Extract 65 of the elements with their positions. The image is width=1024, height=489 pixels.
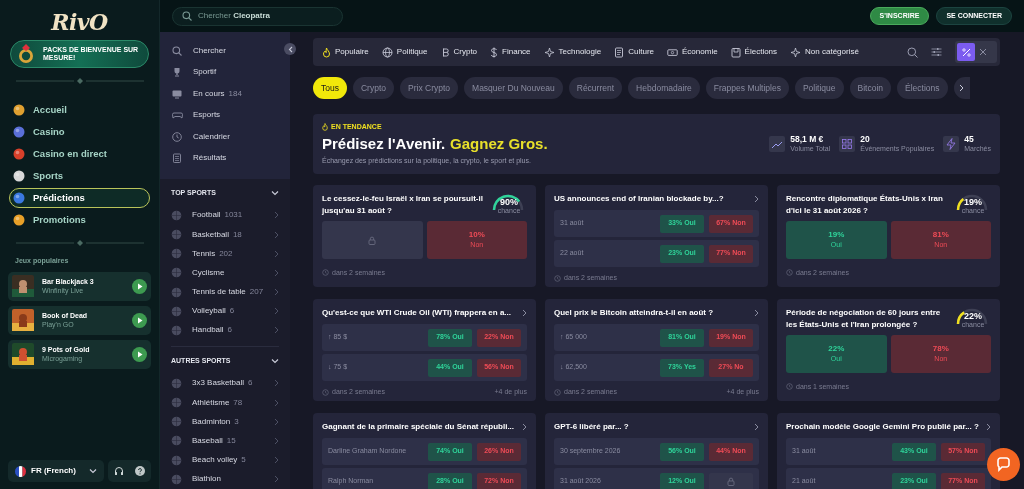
market-title: Prochain modèle Google Gemini Pro publié par... ? [786,421,980,433]
sport-item[interactable]: Handball 6 [160,320,290,341]
nav-item[interactable]: Accueil [9,100,150,120]
category-tab[interactable]: Politique [381,46,428,58]
language-label: FR (French) [31,465,77,477]
filter-chip[interactable]: Récurrent [568,77,623,99]
filter-chip[interactable]: Élections [897,77,948,99]
category-tab[interactable]: Économie [667,46,718,58]
menu-item[interactable]: Chercher [160,40,276,62]
market-title: GPT-6 libéré par... ? [554,421,630,433]
filter-chip[interactable]: Politique [794,77,844,99]
market-title: US announces end of Iranian blockade by...? [554,193,725,205]
search-field[interactable]: Chercher Cleopatra [172,6,343,26]
sport-item[interactable]: Biathlon [160,469,290,489]
category-tab[interactable]: Finance [490,46,531,58]
sport-item[interactable]: Baseball 15 [160,431,290,451]
market-title: Période de négociation de 60 jours entre les États-Unis et l'Iran prolongée ? [786,307,942,331]
category-tab[interactable]: Culture [614,46,655,58]
category-tab[interactable]: Technologie [543,46,602,58]
filter-chip[interactable]: Masquer Du Nouveau [464,77,563,99]
filter-chip[interactable]: Crypto [352,77,394,99]
filter-chip[interactable]: Tous [313,77,347,99]
sport-item[interactable]: Tennis 202 [160,244,290,264]
chance-value: 90% [500,198,518,207]
sport-item[interactable]: Tennis de table 207 [160,282,290,302]
logo[interactable]: RivO [51,11,108,33]
sport-item[interactable]: Volleyball 6 [160,301,290,321]
sport-item[interactable]: Basketball 18 [160,225,290,245]
stat-value: 45 [964,135,975,144]
nav-item[interactable]: Casino en direct [9,144,150,164]
filter-chip[interactable]: Hebdomadaire [628,77,700,99]
language-select[interactable]: FR (French) [8,460,104,482]
filter-chip[interactable]: Prix Crypto [400,77,459,99]
hero-highlight: Gagnez Gros. [450,133,548,154]
menu-item[interactable]: En cours 184 [160,83,276,105]
chance-value: 19% [964,198,982,207]
filter-chip[interactable]: Frappes Multiples [705,77,789,99]
market-title: Le cessez-le-feu Israël x Iran se poursuit-il jusqu'au 31 août ? [322,193,484,217]
sport-item[interactable]: Football 1031 [160,205,290,225]
market-title: Gagnant de la primaire spéciale du Sénat républi... [322,421,516,433]
sport-item[interactable]: Athlétisme 78 [160,393,290,413]
sport-item[interactable]: 3x3 Basketball 6 [160,373,290,394]
category-tab[interactable]: Populaire [322,46,369,58]
market-title: Rencontre diplomatique États-Unis x Iran d'ici le 31 août 2026 ? [786,193,944,217]
category-tab[interactable]: Non catégorisé [790,46,859,58]
menu-item[interactable]: Sportif [160,61,276,83]
nav-item[interactable]: Casino [9,122,150,142]
menu-item[interactable]: Résultats [160,147,276,169]
market-title: Quel prix le Bitcoin atteindra-t-il en août ? [554,307,715,319]
menu-item[interactable]: Calendrier [160,126,276,148]
filter-chip[interactable]: Bitcoin [849,77,892,99]
sport-item[interactable]: Badminton 3 [160,412,290,432]
sport-item[interactable]: Cyclisme [160,263,290,283]
category-tab[interactable]: Élections [730,46,778,58]
market-title: Qu'est-ce que WTI Crude Oil (WTI) frappera en a... [322,307,513,319]
nav-item[interactable]: Sports [9,166,150,186]
sport-item[interactable]: Beach volley 5 [160,450,290,470]
chance-value: 22% [964,312,982,321]
stat-value: 20 [860,135,871,144]
nav-item[interactable]: Prédictions [9,188,150,208]
hero-title: Prédisez l'Avenir. [322,133,446,154]
nav-item[interactable]: Promotions [9,210,150,230]
menu-item[interactable]: Esports [160,104,276,126]
category-tab[interactable]: Crypto [440,46,478,58]
stat-value: 58,1 M € [790,135,825,144]
